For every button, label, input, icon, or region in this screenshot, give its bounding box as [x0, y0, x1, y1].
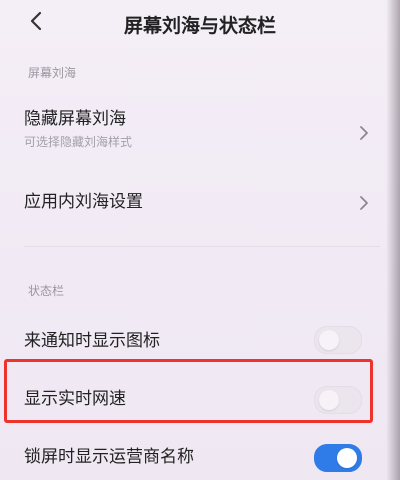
screen-edge-shadow	[386, 0, 400, 480]
hide-notch-subtitle: 可选择隐藏刘海样式	[24, 135, 133, 149]
carrier-name-toggle[interactable]	[314, 444, 362, 472]
section-header-notch: 屏幕刘海	[28, 66, 77, 80]
chevron-right-icon	[360, 196, 368, 210]
notification-icons-toggle[interactable]	[314, 326, 362, 354]
settings-screen: 屏幕刘海与状态栏 屏幕刘海 隐藏屏幕刘海 可选择隐藏刘海样式 应用内刘海设置 状…	[0, 0, 400, 480]
hide-notch-label: 隐藏屏幕刘海	[24, 109, 126, 129]
section-divider	[24, 246, 380, 247]
page-title: 屏幕刘海与状态栏	[123, 15, 276, 37]
notification-icons-label: 来通知时显示图标	[24, 331, 160, 351]
section-header-status-bar: 状态栏	[28, 284, 65, 298]
highlight-annotation	[4, 359, 373, 423]
chevron-right-icon	[360, 126, 368, 140]
carrier-name-label: 锁屏时显示运营商名称	[24, 447, 194, 467]
app-notch-settings-label: 应用内刘海设置	[24, 192, 143, 212]
